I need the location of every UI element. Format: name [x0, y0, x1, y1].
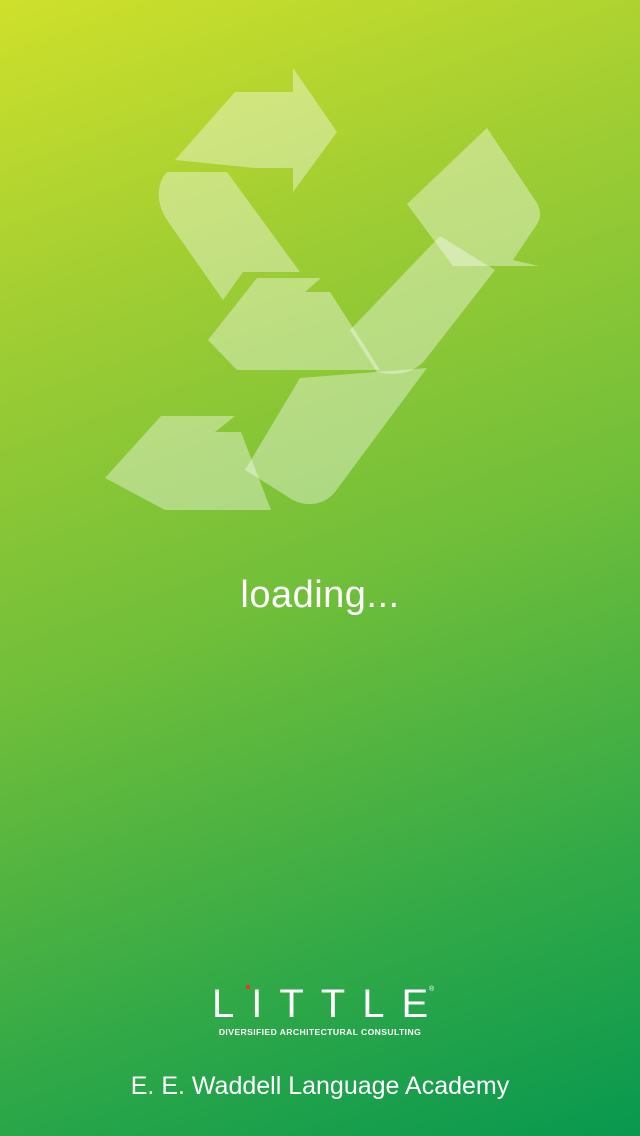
academy-name: E. E. Waddell Language Academy	[130, 1072, 510, 1100]
registered-mark: ®	[429, 986, 435, 993]
splash-screen: loading... LITTLE ® DIVERSIFIED ARCHITEC…	[0, 0, 640, 1136]
little-accent-dot	[246, 985, 250, 989]
little-logo: LITTLE ® DIVERSIFIED ARCHITECTURAL CONSU…	[195, 982, 445, 1042]
little-wordmark: LITTLE	[212, 982, 446, 1026]
recycle-arrows-icon	[105, 68, 541, 510]
little-tagline: DIVERSIFIED ARCHITECTURAL CONSULTING	[218, 1027, 422, 1037]
loading-text: loading...	[240, 574, 400, 616]
